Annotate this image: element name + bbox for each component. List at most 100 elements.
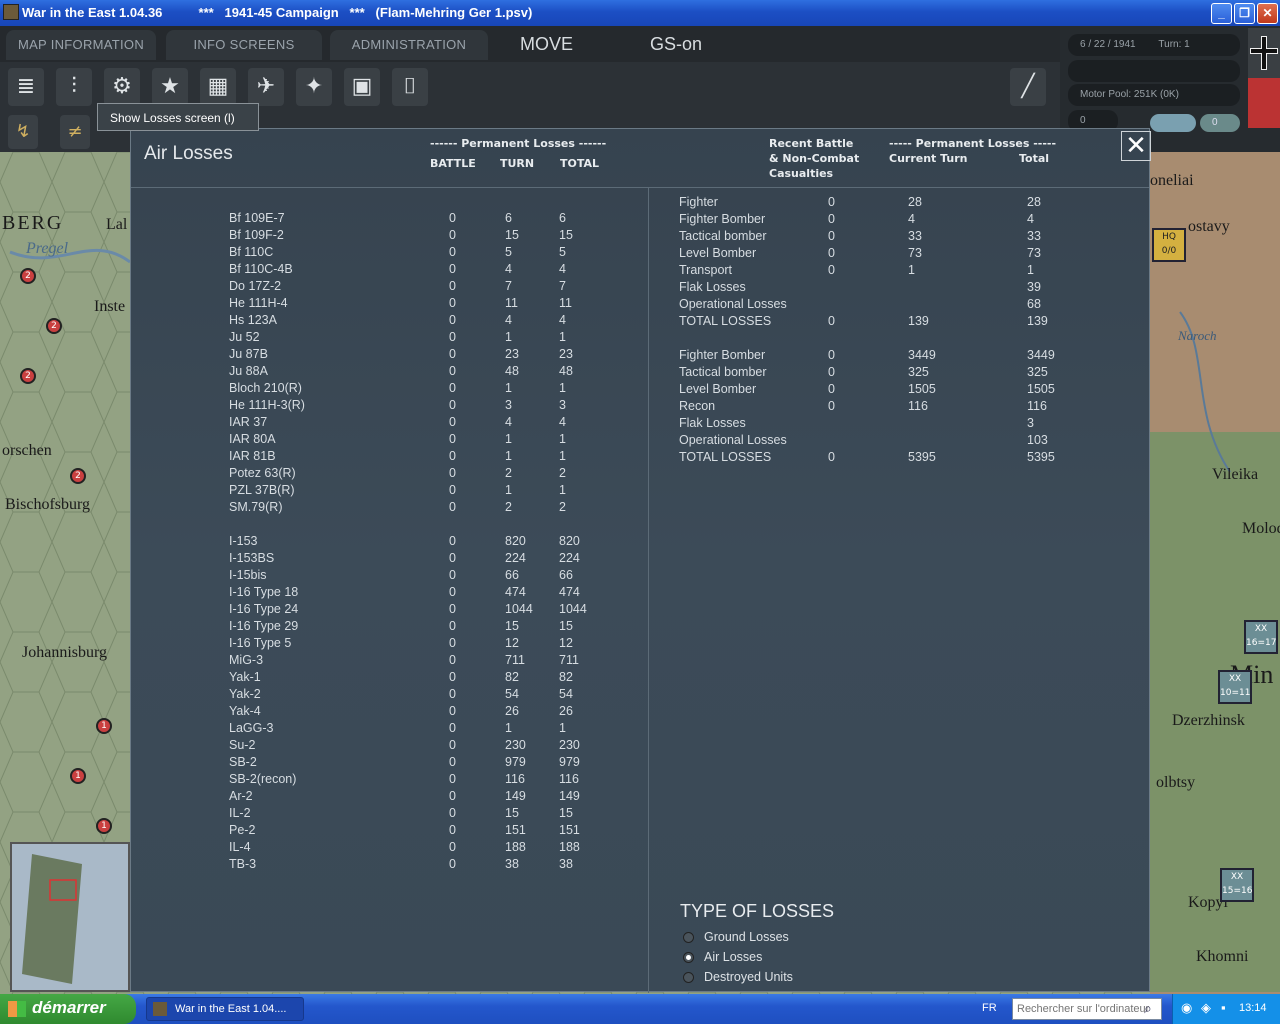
taskbar-item-game[interactable]: War in the East 1.04.... bbox=[146, 997, 304, 1021]
aircraft-cross-icon[interactable]: ✈ bbox=[248, 68, 284, 106]
search-icon[interactable]: ⌕ bbox=[1144, 1000, 1152, 1017]
row-value: 5395 bbox=[1027, 450, 1055, 464]
row-value: 5395 bbox=[908, 450, 936, 464]
row-value: 1044 bbox=[559, 602, 587, 616]
fuel-pump-icon[interactable]: ▣ bbox=[344, 68, 380, 106]
stack-icon[interactable]: ≣ bbox=[8, 68, 44, 106]
window-titlebar: War in the East 1.04.36 *** 1941-45 Camp… bbox=[0, 0, 1280, 26]
map-label-naroch: Naroch bbox=[1178, 328, 1217, 343]
rail-track-icon[interactable]: ≠ bbox=[60, 115, 90, 149]
row-value: 82 bbox=[505, 670, 519, 684]
search-input[interactable] bbox=[1012, 998, 1162, 1020]
sliders-icon[interactable]: ⫶ bbox=[56, 68, 92, 106]
close-window-button[interactable]: ✕ bbox=[1257, 3, 1278, 24]
row-value: 224 bbox=[559, 551, 580, 565]
weather-box[interactable] bbox=[1150, 114, 1196, 132]
row-value: 68 bbox=[1027, 297, 1041, 311]
close-panel-button[interactable]: ✕ bbox=[1121, 131, 1151, 161]
map-unit-marker[interactable]: 2 bbox=[70, 468, 86, 484]
label-ground-losses[interactable]: Ground Losses bbox=[704, 930, 789, 944]
aircraft-row-soviet: MiG-3 0 711 711 bbox=[131, 653, 1149, 670]
rail-icon[interactable]: ⌷ bbox=[392, 68, 428, 106]
radio-air-losses[interactable] bbox=[683, 952, 694, 963]
summary-row-soviet: Recon 0 116 116 bbox=[131, 399, 1149, 416]
panel-title: Air Losses bbox=[144, 143, 233, 164]
row-value: 149 bbox=[559, 789, 580, 803]
row-value: 38 bbox=[505, 857, 519, 871]
maximize-button[interactable]: ❐ bbox=[1234, 3, 1255, 24]
row-label: Fighter bbox=[679, 195, 718, 209]
windows-taskbar: démarrer War in the East 1.04.... FR ⌕ ◉… bbox=[0, 994, 1280, 1024]
row-value: 0 bbox=[828, 399, 835, 413]
row-label: Tactical bomber bbox=[679, 229, 767, 243]
star-icon[interactable]: ★ bbox=[152, 68, 188, 106]
row-value: 1 bbox=[1027, 263, 1034, 277]
aircraft-row-soviet: Pe-2 0 151 151 bbox=[131, 823, 1149, 840]
row-value: 0 bbox=[449, 704, 456, 718]
col-total-header: TOTAL bbox=[560, 157, 600, 170]
row-value: 0 bbox=[449, 653, 456, 667]
tab-map-information[interactable]: MAP INFORMATION bbox=[6, 30, 156, 60]
tab-administration[interactable]: ADMINISTRATION bbox=[330, 30, 488, 60]
row-label: Ju 52 bbox=[229, 330, 260, 344]
start-button[interactable]: démarrer bbox=[0, 994, 136, 1024]
window-title: War in the East 1.04.36 *** 1941-45 Camp… bbox=[22, 5, 533, 20]
map-unit-marker[interactable]: 2 bbox=[46, 318, 62, 334]
gear-icon[interactable]: ⚙ bbox=[104, 68, 140, 106]
mode-move[interactable]: MOVE bbox=[520, 34, 573, 55]
pencil-icon[interactable]: ╱ bbox=[1010, 68, 1046, 106]
summary-row-axis: Fighter Bomber 0 4 4 bbox=[131, 212, 1149, 229]
permanent-losses-header: ------ Permanent Losses ------ bbox=[430, 137, 607, 150]
aircraft-row-axis: Ju 52 0 1 1 bbox=[131, 330, 1149, 347]
arrow-route-icon[interactable]: ↯ bbox=[8, 115, 38, 149]
iron-cross-icon bbox=[1248, 28, 1280, 128]
row-label: I-16 Type 18 bbox=[229, 585, 299, 599]
map-unit-marker[interactable]: 2 bbox=[20, 268, 36, 284]
map-unit-marker[interactable]: 1 bbox=[96, 718, 112, 734]
row-value: 116 bbox=[1027, 399, 1047, 413]
label-destroyed-units[interactable]: Destroyed Units bbox=[704, 970, 793, 984]
row-label: IL-4 bbox=[229, 840, 251, 854]
type-of-losses-title: TYPE OF LOSSES bbox=[680, 901, 835, 921]
network-icon[interactable]: ◉ bbox=[1181, 1000, 1192, 1016]
row-label: SB-2(recon) bbox=[229, 772, 297, 786]
aircraft-row-soviet: I-16 Type 5 0 12 12 bbox=[131, 636, 1149, 653]
map-unit-marker[interactable]: 2 bbox=[20, 368, 36, 384]
soviet-unit-counter[interactable]: XX 16=17 bbox=[1244, 620, 1278, 654]
aircraft-row-soviet: IL-2 0 15 15 bbox=[131, 806, 1149, 823]
hq-unit-counter[interactable]: HQ 0/0 bbox=[1152, 228, 1186, 262]
row-value: 4 bbox=[908, 212, 915, 226]
map-unit-marker[interactable]: 1 bbox=[96, 818, 112, 834]
row-label: Potez 63(R) bbox=[229, 466, 296, 480]
row-value: 0 bbox=[449, 551, 456, 565]
system-tray: ◉ ◈ ▪ 13:14 bbox=[1172, 994, 1280, 1024]
map-unit-marker[interactable]: 1 bbox=[70, 768, 86, 784]
tank-grid-icon[interactable]: ▦ bbox=[200, 68, 236, 106]
radio-destroyed-units[interactable] bbox=[683, 972, 694, 983]
row-value: 0 bbox=[449, 619, 456, 633]
summary-row-soviet: Level Bomber 0 1505 1505 bbox=[131, 382, 1149, 399]
volume-icon[interactable]: ◈ bbox=[1201, 1000, 1211, 1016]
map-east-region[interactable]: oneliai ostavy HQ 0/0 Naroch Vileika Molo… bbox=[1150, 152, 1280, 994]
soviet-unit-counter[interactable]: XX 15=16 bbox=[1220, 868, 1254, 902]
row-label: TOTAL LOSSES bbox=[679, 314, 772, 328]
row-value: 26 bbox=[505, 704, 519, 718]
satellite-icon[interactable]: ✦ bbox=[296, 68, 332, 106]
summary-row-soviet: TOTAL LOSSES 0 5395 5395 bbox=[131, 450, 1149, 467]
radio-ground-losses[interactable] bbox=[683, 932, 694, 943]
row-value: 33 bbox=[908, 229, 922, 243]
aircraft-row-soviet: I-153BS 0 224 224 bbox=[131, 551, 1149, 568]
map-label-olbtsy: olbtsy bbox=[1156, 774, 1196, 791]
row-label: Fighter Bomber bbox=[679, 212, 766, 226]
tab-info-screens[interactable]: INFO SCREENS bbox=[166, 30, 322, 60]
label-air-losses[interactable]: Air Losses bbox=[704, 950, 762, 964]
gs-toggle[interactable]: GS-on bbox=[650, 34, 702, 55]
row-value: 0 bbox=[828, 229, 835, 243]
soviet-unit-counter[interactable]: XX 10=11 bbox=[1218, 670, 1252, 704]
minimap[interactable] bbox=[10, 842, 130, 992]
minimize-button[interactable]: _ bbox=[1211, 3, 1232, 24]
windows-flag-icon bbox=[8, 1001, 26, 1017]
language-indicator[interactable]: FR bbox=[982, 1002, 997, 1014]
security-icon[interactable]: ▪ bbox=[1221, 1000, 1226, 1015]
counter-box-2[interactable]: 0 bbox=[1200, 114, 1240, 132]
